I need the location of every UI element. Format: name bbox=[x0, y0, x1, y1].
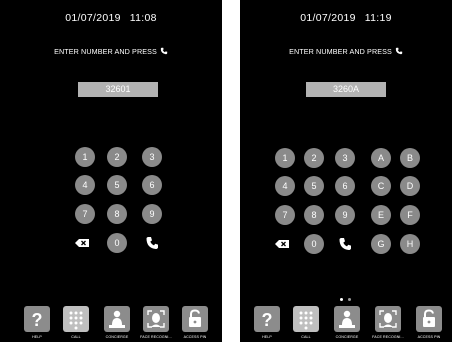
access-pin-button[interactable] bbox=[416, 306, 442, 332]
key-5[interactable]: 5 bbox=[304, 176, 324, 196]
lock-icon bbox=[423, 309, 435, 327]
key-6[interactable]: 6 bbox=[335, 176, 355, 196]
call-dock-button[interactable] bbox=[293, 306, 319, 332]
instruction-label: ENTER NUMBER AND PRESS bbox=[54, 47, 157, 56]
date-time-header: 01/07/2019 11:08 bbox=[0, 12, 222, 24]
phone-icon bbox=[339, 238, 351, 250]
key-8[interactable]: 8 bbox=[304, 205, 324, 225]
svg-text:?: ? bbox=[262, 310, 273, 330]
key-2[interactable]: 2 bbox=[107, 147, 127, 167]
key-5[interactable]: 5 bbox=[107, 175, 127, 195]
key-g[interactable]: G bbox=[371, 234, 391, 254]
backspace-button[interactable] bbox=[273, 234, 293, 254]
page-dot-active bbox=[340, 298, 343, 301]
intercom-screen-keypad-alphanumeric: 01/07/2019 11:19 ENTER NUMBER AND PRESS 3… bbox=[240, 0, 452, 342]
number-display: 3260A bbox=[306, 82, 386, 97]
intercom-screen-keypad-numeric: 01/07/2019 11:08 ENTER NUMBER AND PRESS 3… bbox=[0, 0, 222, 342]
key-a[interactable]: A bbox=[371, 148, 391, 168]
key-9[interactable]: 9 bbox=[142, 204, 162, 224]
call-button[interactable] bbox=[142, 233, 162, 253]
help-button[interactable]: ? bbox=[24, 306, 50, 332]
concierge-button[interactable] bbox=[104, 306, 130, 332]
page-dot bbox=[348, 298, 351, 301]
help-button[interactable]: ? bbox=[254, 306, 280, 332]
dock-label-call: CALL bbox=[301, 335, 311, 339]
dock-label-access-pin: ACCESS PIN bbox=[183, 335, 207, 339]
key-d[interactable]: D bbox=[400, 176, 420, 196]
dock-label-access-pin: ACCESS PIN bbox=[417, 335, 441, 339]
face-recognition-icon bbox=[379, 310, 397, 328]
dock-label-concierge: CONCIERGE bbox=[335, 335, 359, 339]
instruction-text: ENTER NUMBER AND PRESS bbox=[240, 47, 452, 56]
help-icon: ? bbox=[32, 310, 43, 330]
phone-icon bbox=[395, 47, 403, 55]
key-e[interactable]: E bbox=[371, 205, 391, 225]
key-3[interactable]: 3 bbox=[142, 147, 162, 167]
key-0[interactable]: 0 bbox=[304, 234, 324, 254]
key-9[interactable]: 9 bbox=[335, 205, 355, 225]
date-label: 01/07/2019 bbox=[300, 12, 356, 24]
key-6[interactable]: 6 bbox=[142, 175, 162, 195]
key-7[interactable]: 7 bbox=[75, 204, 95, 224]
key-0[interactable]: 0 bbox=[107, 233, 127, 253]
phone-icon bbox=[160, 47, 168, 55]
time-label: 11:19 bbox=[364, 12, 392, 24]
time-label: 11:08 bbox=[129, 12, 157, 24]
face-recognition-icon bbox=[147, 310, 165, 328]
keypad-icon bbox=[299, 311, 313, 330]
face-recognition-button[interactable] bbox=[143, 306, 169, 332]
call-button[interactable] bbox=[335, 234, 355, 254]
access-pin-button[interactable] bbox=[182, 306, 208, 332]
face-recognition-button[interactable] bbox=[375, 306, 401, 332]
key-3[interactable]: 3 bbox=[335, 148, 355, 168]
instruction-text: ENTER NUMBER AND PRESS bbox=[0, 47, 222, 56]
dock-label-call: CALL bbox=[71, 335, 81, 339]
phone-icon bbox=[146, 237, 158, 249]
lock-icon bbox=[189, 309, 201, 327]
concierge-icon bbox=[339, 310, 355, 328]
key-1[interactable]: 1 bbox=[275, 148, 295, 168]
number-display: 32601 bbox=[78, 82, 158, 97]
concierge-icon bbox=[109, 310, 125, 328]
concierge-button[interactable] bbox=[334, 306, 360, 332]
backspace-button[interactable] bbox=[73, 233, 93, 253]
keypad-icon bbox=[69, 311, 83, 330]
dock-label-concierge: CONCIERGE bbox=[105, 335, 129, 339]
date-time-header: 01/07/2019 11:19 bbox=[240, 12, 452, 24]
key-h[interactable]: H bbox=[400, 234, 420, 254]
dock-label-face-recognition: FACE RECOGNI... bbox=[372, 335, 404, 339]
backspace-icon bbox=[275, 240, 289, 248]
svg-text:?: ? bbox=[32, 310, 43, 330]
key-4[interactable]: 4 bbox=[275, 176, 295, 196]
instruction-label: ENTER NUMBER AND PRESS bbox=[289, 47, 392, 56]
date-label: 01/07/2019 bbox=[65, 12, 121, 24]
backspace-icon bbox=[75, 239, 89, 247]
dock-label-help: HELP bbox=[262, 335, 272, 339]
key-8[interactable]: 8 bbox=[107, 204, 127, 224]
dock-label-face-recognition: FACE RECOGNI... bbox=[140, 335, 172, 339]
key-2[interactable]: 2 bbox=[304, 148, 324, 168]
call-dock-button[interactable] bbox=[63, 306, 89, 332]
key-b[interactable]: B bbox=[400, 148, 420, 168]
key-4[interactable]: 4 bbox=[75, 175, 95, 195]
key-1[interactable]: 1 bbox=[75, 147, 95, 167]
key-c[interactable]: C bbox=[371, 176, 391, 196]
dock-label-help: HELP bbox=[32, 335, 42, 339]
key-7[interactable]: 7 bbox=[275, 205, 295, 225]
page-indicator bbox=[338, 298, 354, 302]
key-f[interactable]: F bbox=[400, 205, 420, 225]
help-icon: ? bbox=[262, 310, 273, 330]
